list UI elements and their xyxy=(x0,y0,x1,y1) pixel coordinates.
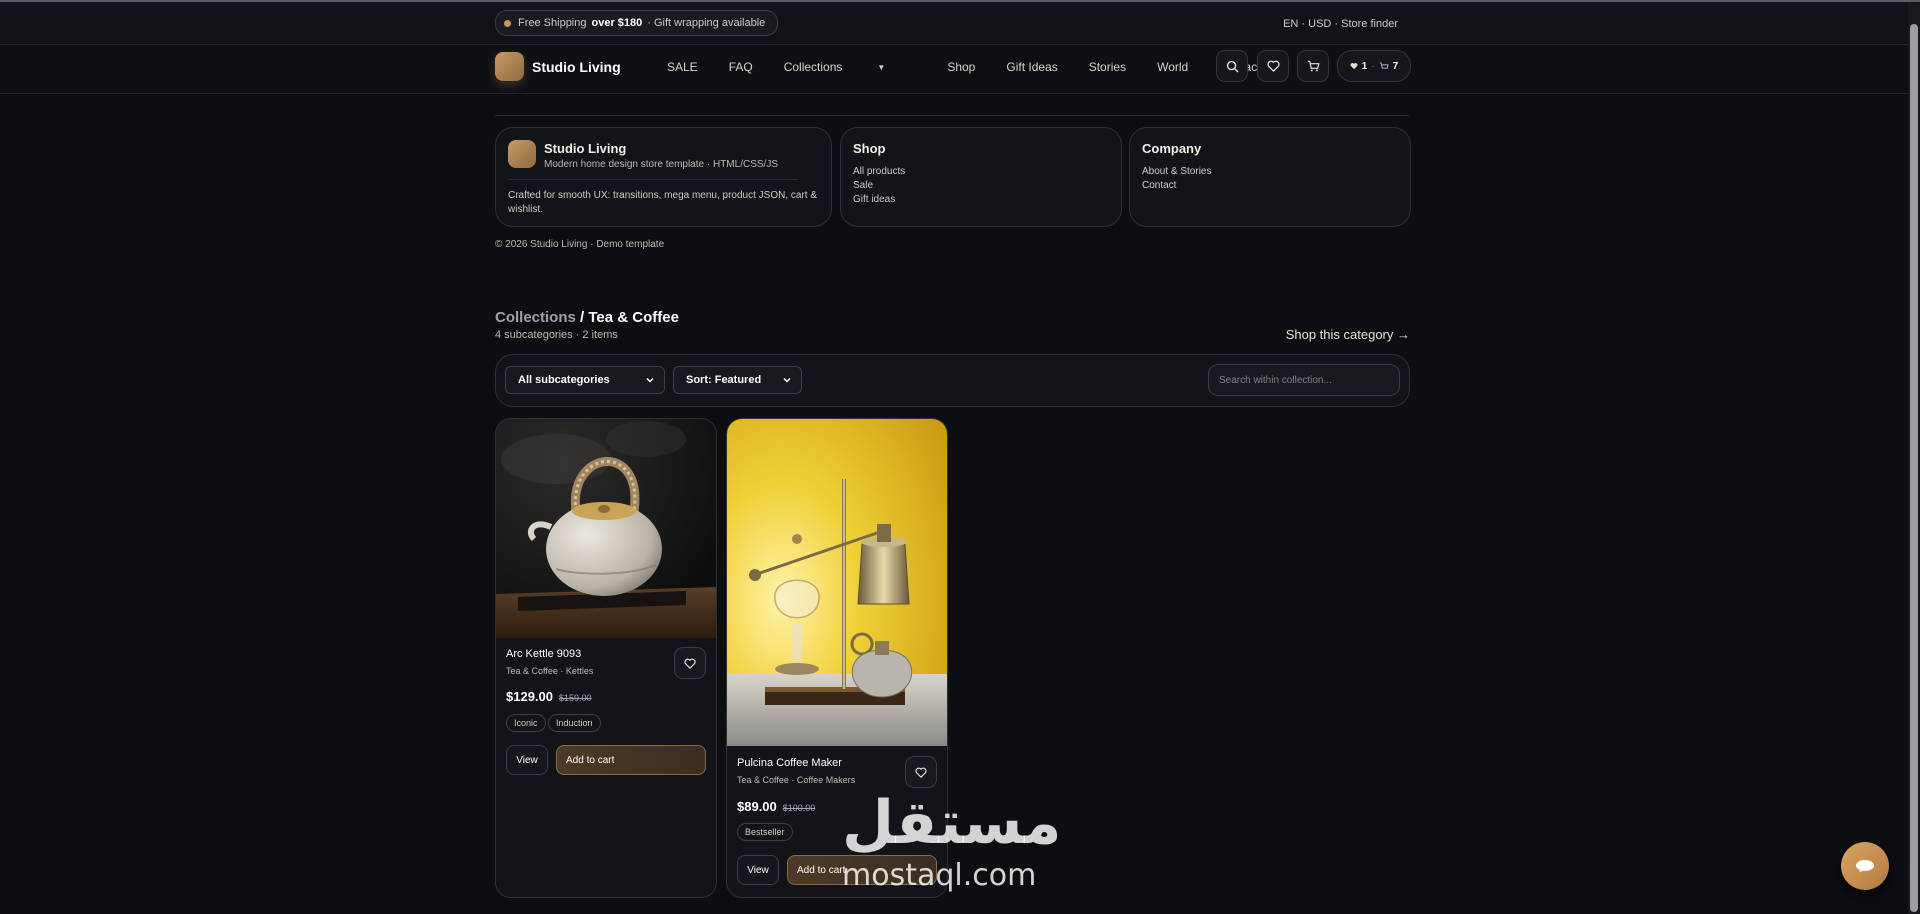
search-icon xyxy=(1226,60,1238,72)
product-tag: Bestseller xyxy=(737,823,793,841)
shop-card-title: Shop xyxy=(853,141,886,156)
product-price-row: $89.00 $100.00 xyxy=(737,799,815,814)
announcement-bar: Free Shipping over $180 · Gift wrapping … xyxy=(0,2,1908,45)
product-image[interactable] xyxy=(727,419,947,746)
shipping-lead: Free Shipping xyxy=(518,17,587,29)
chevron-down-icon xyxy=(646,377,654,383)
wishlist-toggle-button[interactable] xyxy=(674,647,706,679)
view-product-button[interactable]: View xyxy=(506,745,548,775)
watermark-latin: mostaql.com xyxy=(842,858,1037,893)
brand-logo[interactable] xyxy=(495,52,524,81)
footer-link-about[interactable]: About & Stories xyxy=(1142,165,1211,179)
wishlist-button[interactable] xyxy=(1257,50,1289,82)
company-card-title: Company xyxy=(1142,141,1202,156)
nav-link-faq[interactable]: FAQ xyxy=(729,60,753,74)
accent-dot-icon xyxy=(504,19,511,27)
scrollbar-thumb[interactable] xyxy=(1910,24,1918,912)
nav-links: SALE FAQ Collections ▼ Shop Gift Ideas St… xyxy=(667,60,1292,74)
shop-card-links: All products Sale Gift ideas xyxy=(853,165,905,207)
nav-link-gift-ideas[interactable]: Gift Ideas xyxy=(1006,60,1057,74)
sort-select-value: Sort: Featured xyxy=(686,374,762,386)
product-old-price: $159.00 xyxy=(559,693,592,703)
view-product-button[interactable]: View xyxy=(737,855,779,885)
filter-bar: All subcategories Sort: Featured Search … xyxy=(495,354,1410,407)
product-image[interactable] xyxy=(496,419,716,638)
cart-button[interactable] xyxy=(1297,50,1329,82)
copyright-text: © 2026 Studio Living · Demo template xyxy=(495,239,665,250)
subcategory-select-value: All subcategories xyxy=(518,374,610,386)
product-tag: Induction xyxy=(548,714,601,732)
wishlist-cart-counter[interactable]: 1 · 7 xyxy=(1337,50,1411,82)
watermark-arabic: مستقل xyxy=(842,788,1062,858)
shipping-threshold: over $180 xyxy=(591,17,643,29)
heart-icon xyxy=(915,767,927,778)
caret-down-icon: ▼ xyxy=(877,63,886,73)
chevron-down-icon xyxy=(783,377,791,383)
brand-card-logo xyxy=(508,140,536,168)
nav-link-collections-label: Collections xyxy=(783,60,843,74)
collection-search-input[interactable]: Search within collection... xyxy=(1208,364,1400,396)
shop-category-link[interactable]: Shop this category → xyxy=(1286,327,1410,342)
product-price: $129.00 xyxy=(506,689,553,704)
footer-link-all-products[interactable]: All products xyxy=(853,165,905,179)
brand-card-subtitle: Modern home design store template · HTML… xyxy=(544,159,778,170)
shipping-tail: · Gift wrapping available xyxy=(647,17,766,29)
section-divider xyxy=(495,115,1409,116)
nav-link-stories[interactable]: Stories xyxy=(1089,60,1126,74)
locale-links[interactable]: EN · USD · Store finder xyxy=(1283,18,1398,30)
cart-icon xyxy=(1307,60,1319,72)
page-scrollbar[interactable] xyxy=(1908,2,1920,914)
wishlist-count: 1 xyxy=(1361,60,1368,72)
nav-link-collections[interactable]: Collections ▼ xyxy=(784,60,917,74)
breadcrumb-current: / Tea & Coffee xyxy=(575,309,679,326)
collection-count: 4 subcategories · 2 items xyxy=(495,329,618,341)
shop-links-card: Shop All products Sale Gift ideas xyxy=(840,127,1122,227)
nav-link-world[interactable]: World xyxy=(1157,60,1188,74)
nav-link-sale[interactable]: SALE xyxy=(667,60,698,74)
heart-icon xyxy=(1266,60,1280,72)
sort-select[interactable]: Sort: Featured xyxy=(673,366,802,394)
breadcrumb: Collections / Tea & Coffee xyxy=(495,309,679,326)
cart-small-icon xyxy=(1379,61,1389,69)
product-price: $89.00 xyxy=(737,799,777,814)
heart-icon xyxy=(684,658,696,669)
product-price-row: $129.00 $159.00 xyxy=(506,689,592,704)
product-name[interactable]: Pulcina Coffee Maker xyxy=(737,757,842,769)
footer-link-contact[interactable]: Contact xyxy=(1142,179,1211,193)
heart-small-icon xyxy=(1350,63,1358,70)
footer-link-gift-ideas[interactable]: Gift ideas xyxy=(853,193,905,207)
chat-launcher-button[interactable] xyxy=(1841,842,1889,890)
product-name[interactable]: Arc Kettle 9093 xyxy=(506,648,581,660)
footer-link-sale[interactable]: Sale xyxy=(853,179,905,193)
add-to-cart-button[interactable]: Add to cart xyxy=(556,745,706,775)
product-category: Tea & Coffee · Kettles xyxy=(506,666,594,676)
search-button[interactable] xyxy=(1216,50,1248,82)
company-links-card: Company About & Stories Contact xyxy=(1129,127,1411,227)
free-shipping-pill: Free Shipping over $180 · Gift wrapping … xyxy=(495,10,779,36)
counter-separator: · xyxy=(1371,60,1375,72)
product-old-price: $100.00 xyxy=(782,803,816,813)
brand-card-rule xyxy=(508,179,798,180)
product-category: Tea & Coffee · Coffee Makers xyxy=(737,775,856,785)
product-tag: Iconic xyxy=(506,714,546,732)
breadcrumb-collections[interactable]: Collections xyxy=(495,309,576,326)
cart-count: 7 xyxy=(1392,60,1399,72)
chat-bubble-icon xyxy=(1856,860,1874,873)
brand-card-title: Studio Living xyxy=(544,141,627,156)
company-card-links: About & Stories Contact xyxy=(1142,165,1211,193)
wishlist-toggle-button[interactable] xyxy=(905,756,937,788)
subcategory-select[interactable]: All subcategories xyxy=(505,366,665,394)
product-card[interactable]: Arc Kettle 9093 Tea & Coffee · Kettles $… xyxy=(495,418,717,898)
main-navigation: Studio Living SALE FAQ Collections ▼ Shop… xyxy=(0,45,1908,94)
brand-info-card: Studio Living Modern home design store t… xyxy=(495,127,832,227)
brand-name[interactable]: Studio Living xyxy=(532,59,621,75)
brand-card-description: Crafted for smooth UX: transitions, mega… xyxy=(508,190,818,215)
nav-link-shop[interactable]: Shop xyxy=(947,60,975,74)
